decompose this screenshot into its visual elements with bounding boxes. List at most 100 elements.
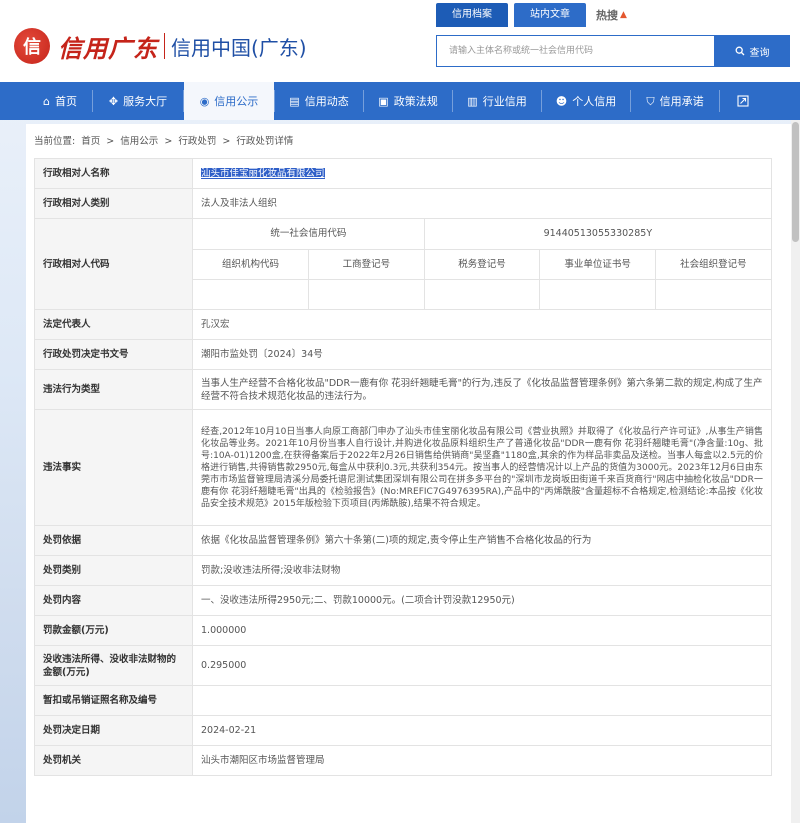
breadcrumb-separator: >: [222, 136, 231, 147]
breadcrumb-prefix: 当前位置:: [34, 136, 76, 147]
business-reg-label: 工商登记号: [308, 249, 425, 280]
nav-label: 政策法规: [393, 95, 438, 108]
book-icon: ▣: [378, 94, 389, 108]
doc-no-value: 潮阳市监处罚〔2024〕34号: [192, 339, 772, 370]
person-icon: ☻: [555, 94, 568, 108]
nav-item-policy[interactable]: ▣ 政策法规: [364, 82, 452, 120]
hot-search-label[interactable]: 热搜: [596, 7, 618, 23]
social-org-label: 社会组织登记号: [655, 249, 771, 280]
table-row: 处罚依据 依据《化妆品监督管理条例》第六十条第(二)项的规定,责令停止生产销售不…: [34, 525, 772, 556]
penalty-type-label: 处罚类别: [34, 555, 193, 586]
site-logo[interactable]: 信 信用广东 信用中国(广东): [14, 26, 307, 66]
search-button-label: 查询: [749, 47, 770, 59]
search-icon: [735, 46, 744, 56]
org-code-value: [193, 279, 310, 309]
nav-label: 信用动态: [304, 95, 349, 108]
grid-icon: ✥: [108, 94, 119, 108]
category-label: 行政相对人类别: [34, 188, 193, 219]
breadcrumb-separator: >: [106, 136, 115, 147]
table-row: 没收违法所得、没收非法财物的金额(万元) 0.295000: [34, 645, 772, 686]
penalty-type-value: 罚款;没收违法所得;没收非法财物: [192, 555, 772, 586]
page-scrollbar[interactable]: [791, 120, 800, 823]
fine-label: 罚款金额(万元): [34, 615, 193, 646]
nav-label: 信用承诺: [659, 95, 704, 108]
doc-no-label: 行政处罚决定书文号: [34, 339, 193, 370]
content-panel: 当前位置: 首页 > 信用公示 > 行政处罚 > 行政处罚详情 行政相对人名称 …: [26, 124, 791, 823]
table-row: 违法事实 经查,2012年10月10日当事人向原工商部门申办了汕头市佳宝丽化妆品…: [34, 409, 772, 526]
breadcrumb-item-publicity[interactable]: 信用公示: [120, 136, 158, 147]
nav-item-home[interactable]: ⌂ 首页: [28, 82, 92, 120]
confiscation-label: 没收违法所得、没收非法财物的金额(万元): [34, 645, 193, 686]
top-tabs: 信用档案 站内文章 热搜 ▲: [436, 3, 628, 27]
social-org-value: [655, 279, 771, 309]
legal-rep-label: 法定代表人: [34, 309, 193, 340]
tab-site-articles[interactable]: 站内文章: [514, 3, 586, 27]
uscc-value: 91440513055330285Y: [424, 219, 771, 250]
breadcrumb: 当前位置: 首页 > 信用公示 > 行政处罚 > 行政处罚详情: [34, 133, 296, 147]
search-box: 查询: [436, 35, 790, 67]
date-value: 2024-02-21: [192, 715, 772, 746]
penalty-content-value: 一、没收违法所得2950元;二、罚款10000元。(二项合计罚没款12950元): [192, 585, 772, 616]
violation-type-value: 当事人生产经营不合格化妆品"DDR一鹿有你 花羽纤翘睫毛膏"的行为,违反了《化妆…: [192, 369, 772, 410]
confiscation-value: 0.295000: [192, 645, 772, 686]
home-icon: ⌂: [43, 94, 50, 108]
nav-label: 行业信用: [482, 95, 527, 108]
basis-label: 处罚依据: [34, 525, 193, 556]
breadcrumb-item-current: 行政处罚详情: [236, 136, 294, 147]
search-button[interactable]: 查询: [714, 35, 790, 67]
scrollbar-thumb[interactable]: [792, 122, 799, 242]
table-row: 违法行为类型 当事人生产经营不合格化妆品"DDR一鹿有你 花羽纤翘睫毛膏"的行为…: [34, 369, 772, 410]
breadcrumb-item-penalty[interactable]: 行政处罚: [178, 136, 216, 147]
nav-item-credit-publicity[interactable]: ◉ 信用公示: [184, 82, 274, 120]
category-value: 法人及非法人组织: [192, 188, 772, 219]
flame-icon: ▲: [620, 10, 627, 20]
name-value-cell: 汕头市佳宝丽化妆品有限公司: [192, 158, 772, 189]
site-header: 信 信用广东 信用中国(广东) 信用档案 站内文章 热搜 ▲ 查询: [0, 0, 800, 82]
tax-reg-label: 税务登记号: [424, 249, 541, 280]
logo-divider: [164, 33, 165, 59]
facts-label: 违法事实: [34, 409, 193, 526]
nav-item-industry-credit[interactable]: ▥ 行业信用: [453, 82, 541, 120]
table-row: 处罚决定日期 2024-02-21: [34, 715, 772, 746]
table-row: 处罚类别 罚款;没收违法所得;没收非法财物: [34, 555, 772, 586]
license-value: [192, 685, 772, 716]
table-row: 行政相对人名称 汕头市佳宝丽化妆品有限公司: [34, 158, 772, 189]
code-cell: 统一社会信用代码 91440513055330285Y 组织机构代码 工商登记号…: [192, 218, 772, 310]
name-value[interactable]: 汕头市佳宝丽化妆品有限公司: [201, 168, 325, 179]
breadcrumb-item-home[interactable]: 首页: [81, 136, 100, 147]
nav-label: 首页: [54, 95, 77, 108]
table-row: 罚款金额(万元) 1.000000: [34, 615, 772, 646]
nav-label: 服务大厅: [123, 95, 168, 108]
tax-reg-value: [424, 279, 541, 309]
violation-type-label: 违法行为类型: [34, 369, 193, 410]
code-label: 行政相对人代码: [34, 218, 193, 310]
table-row: 法定代表人 孔汉宏: [34, 309, 772, 340]
facts-value: 经查,2012年10月10日当事人向原工商部门申办了汕头市佳宝丽化妆品有限公司《…: [192, 409, 772, 526]
main-nav: ⌂ 首页 ✥ 服务大厅 ◉ 信用公示 ▤ 信用动态 ▣ 政策法规 ▥ 行业信用 …: [0, 82, 800, 120]
business-reg-value: [308, 279, 425, 309]
uscc-label: 统一社会信用代码: [193, 219, 425, 250]
table-row: 行政相对人代码 统一社会信用代码 91440513055330285Y 组织机构…: [34, 218, 772, 310]
date-label: 处罚决定日期: [34, 715, 193, 746]
building-icon: ▥: [467, 94, 478, 108]
search-input[interactable]: [436, 35, 714, 67]
authority-label: 处罚机关: [34, 745, 193, 776]
nav-label: 个人信用: [572, 95, 617, 108]
shield-icon: ⛉: [646, 94, 655, 108]
nav-item-personal-credit[interactable]: ☻ 个人信用: [542, 82, 630, 120]
table-row: 行政处罚决定书文号 潮阳市监处罚〔2024〕34号: [34, 339, 772, 370]
basis-value: 依据《化妆品监督管理条例》第六十条第(二)项的规定,责令停止生产销售不合格化妆品…: [192, 525, 772, 556]
nav-item-credit-news[interactable]: ▤ 信用动态: [275, 82, 363, 120]
news-icon: ▤: [289, 94, 300, 108]
tab-credit-archive[interactable]: 信用档案: [436, 3, 508, 27]
code-subtable: 统一社会信用代码 91440513055330285Y 组织机构代码 工商登记号…: [193, 219, 771, 309]
table-row: 处罚机关 汕头市潮阳区市场监督管理局: [34, 745, 772, 776]
penalty-detail-table: 行政相对人名称 汕头市佳宝丽化妆品有限公司 行政相对人类别 法人及非法人组织 行…: [34, 158, 772, 776]
table-row: 暂扣或吊销证照名称及编号: [34, 685, 772, 716]
nav-item-credit-commitment[interactable]: ⛉ 信用承诺: [631, 82, 719, 120]
breadcrumb-separator: >: [164, 136, 173, 147]
logo-text: 信用中国(广东): [171, 35, 307, 60]
table-row: 行政相对人类别 法人及非法人组织: [34, 188, 772, 219]
nav-item-expand[interactable]: [720, 82, 766, 120]
nav-item-service-hall[interactable]: ✥ 服务大厅: [93, 82, 183, 120]
